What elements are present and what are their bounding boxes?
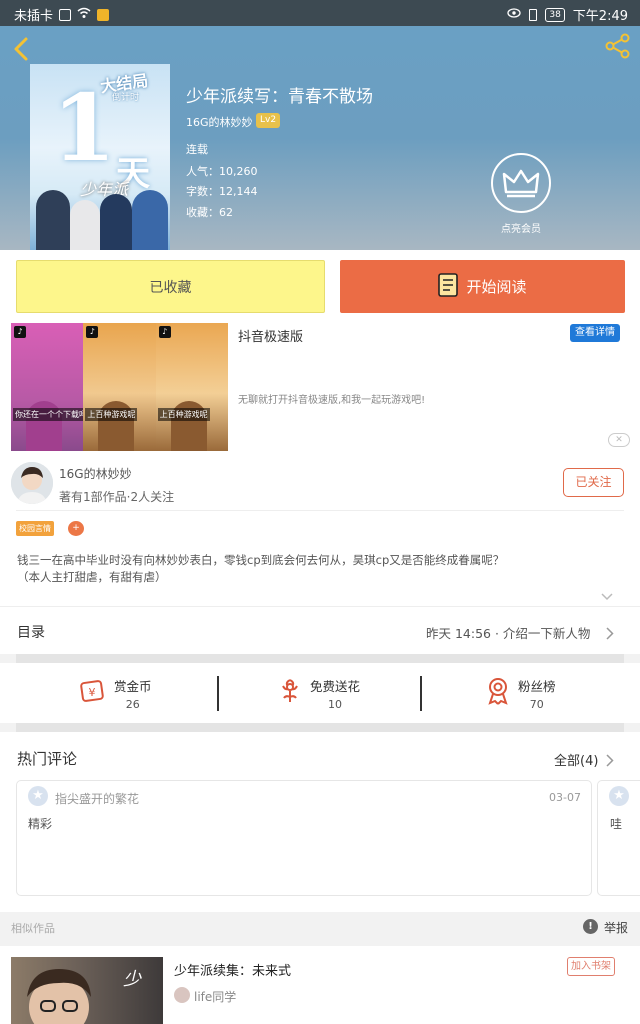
ad-panel: ♪ 上百种游戏呢 xyxy=(155,323,228,451)
ad-panel-caption: 你还在一个个下载吗 xyxy=(13,408,84,421)
similar-book-title[interactable]: 少年派续集：未来式 xyxy=(174,960,291,979)
add-to-shelf-button[interactable]: 加入书架 xyxy=(567,957,615,976)
wifi-icon xyxy=(77,7,91,23)
report-icon[interactable]: ! xyxy=(583,919,598,934)
toc-label: 目录 xyxy=(17,625,45,641)
share-icon[interactable] xyxy=(604,32,632,60)
vip-crown-button[interactable] xyxy=(491,153,551,213)
carrier-text: 未插卡 xyxy=(14,9,54,24)
stat-label: 粉丝榜 xyxy=(518,678,556,694)
chevron-right-icon xyxy=(606,625,614,644)
chevron-right-icon[interactable] xyxy=(606,752,614,771)
ad-panel-caption: 上百种游戏呢 xyxy=(85,408,138,421)
ad-panel: ♪ 你还在一个个下载吗 xyxy=(11,323,84,451)
similar-book-author: life同学 xyxy=(194,990,237,1004)
tiktok-icon: ♪ xyxy=(86,326,99,338)
follow-button[interactable]: 已关注 xyxy=(563,468,624,497)
comment-text: 哇 xyxy=(610,817,623,831)
ad-image[interactable]: ♪ 你还在一个个下载吗 ♪ 上百种游戏呢 ♪ 上百种游戏呢 xyxy=(11,323,228,451)
book-icon xyxy=(438,272,459,301)
add-tag-button[interactable]: + xyxy=(68,521,84,536)
cover-figure xyxy=(36,190,70,250)
author-stats: 著有1部作品·2人关注 xyxy=(59,490,175,504)
comment-user[interactable]: 指尖盛开的繁花 xyxy=(55,790,139,807)
all-comments-link[interactable]: 全部(4) xyxy=(554,750,598,769)
crown-icon xyxy=(502,169,540,198)
serial-status: 连载 xyxy=(186,143,208,156)
header-author-name[interactable]: 16G的林妙妙 xyxy=(186,114,253,130)
favorites-stat: 收藏：62 xyxy=(186,206,233,219)
collected-label: 已收藏 xyxy=(149,279,192,296)
flower-icon xyxy=(278,678,302,708)
synopsis-line: 钱三一在高中毕业时没有向林妙妙表白，零钱cp到底会何去何从，昊琪cp又是否能终成… xyxy=(17,553,505,567)
comments-title: 热门评论 xyxy=(17,750,78,768)
latest-chapter: 昨天 14:56 · 介绍一下新人物 xyxy=(426,626,591,641)
ad-description: 无聊就打开抖音极速版,和我一起玩游戏吧! xyxy=(238,395,426,406)
stat-label: 赏金币 xyxy=(114,678,152,694)
start-reading-label: 开始阅读 xyxy=(466,278,527,296)
ad-panel: ♪ 上百种游戏呢 xyxy=(83,323,156,451)
back-icon[interactable] xyxy=(10,36,34,62)
sim-icon xyxy=(59,8,72,21)
author-avatar[interactable] xyxy=(11,462,53,504)
comment-text: 精彩 xyxy=(28,817,53,831)
author-name[interactable]: 16G的林妙妙 xyxy=(59,465,132,482)
vip-label: 点亮会员 xyxy=(501,224,541,235)
report-button[interactable]: 举报 xyxy=(604,919,628,936)
cover-number: 1 xyxy=(52,74,117,182)
cover-figure xyxy=(132,190,168,250)
synopsis-line: （本人主打甜虐，有甜有虐） xyxy=(17,570,167,584)
clock-text: 下午2:49 xyxy=(572,9,628,24)
collected-button[interactable]: 已收藏 xyxy=(16,260,325,313)
svg-text:¥: ¥ xyxy=(89,686,96,699)
similar-works-label: 相似作品 xyxy=(11,922,55,935)
cover-figure xyxy=(70,200,100,250)
synopsis[interactable]: 钱三一在高中毕业时没有向林妙妙表白，零钱cp到底会何去何从，昊琪cp又是否能终成… xyxy=(17,552,617,586)
ad-panel-caption: 上百种游戏呢 xyxy=(157,408,210,421)
level-badge: Lv2 xyxy=(256,113,281,128)
tiktok-icon: ♪ xyxy=(14,326,26,338)
svg-text:少: 少 xyxy=(123,969,142,990)
expand-chevron-icon[interactable] xyxy=(601,590,613,604)
popularity-stat: 人气：10,260 xyxy=(186,165,258,178)
notification-icon xyxy=(97,8,110,21)
stat-divider xyxy=(420,676,422,711)
star-avatar-icon: ★ xyxy=(609,786,629,806)
stat-label: 免费送花 xyxy=(310,678,361,694)
battery-icon: 38 xyxy=(545,7,565,22)
book-title: 少年派续写：青春不散场 xyxy=(186,87,373,107)
tiktok-icon: ♪ xyxy=(158,326,171,338)
coin-icon: ¥ xyxy=(80,678,106,708)
coin-reward-button[interactable]: ¥ 赏金币 26 xyxy=(80,663,152,723)
start-reading-button[interactable]: 开始阅读 xyxy=(340,260,625,313)
genre-tag[interactable]: 校园言情 xyxy=(16,521,54,536)
similar-book-cover[interactable]: 少 xyxy=(11,957,163,1024)
cover-countdown: 倒计时 xyxy=(112,93,140,103)
status-bar: 未插卡 38 下午2:49 xyxy=(0,0,640,26)
stat-value: 70 xyxy=(529,697,544,711)
vibrate-icon xyxy=(529,8,538,21)
section-gap xyxy=(16,654,624,663)
ad-title[interactable]: 抖音极速版 xyxy=(238,326,303,345)
stat-value: 10 xyxy=(328,697,342,711)
section-gap xyxy=(16,723,624,732)
book-cover[interactable]: 大结局 倒计时 1 天 少年派 xyxy=(30,64,170,250)
cover-figure xyxy=(100,194,132,250)
word-count-stat: 字数：12,144 xyxy=(186,185,258,198)
stat-value: 26 xyxy=(125,697,140,711)
comment-date: 03-07 xyxy=(549,791,581,804)
eye-icon xyxy=(507,7,521,22)
ad-detail-button[interactable]: 查看详情 xyxy=(570,324,620,342)
ad-close-button[interactable]: ✕ xyxy=(608,433,630,447)
similar-author-avatar xyxy=(174,987,190,1003)
stat-divider xyxy=(217,676,219,711)
medal-icon xyxy=(486,677,510,709)
divider xyxy=(16,510,624,511)
star-avatar-icon: ★ xyxy=(28,786,48,806)
send-flower-button[interactable]: 免费送花 10 xyxy=(278,663,360,723)
fan-ranking-button[interactable]: 粉丝榜 70 xyxy=(486,663,556,723)
